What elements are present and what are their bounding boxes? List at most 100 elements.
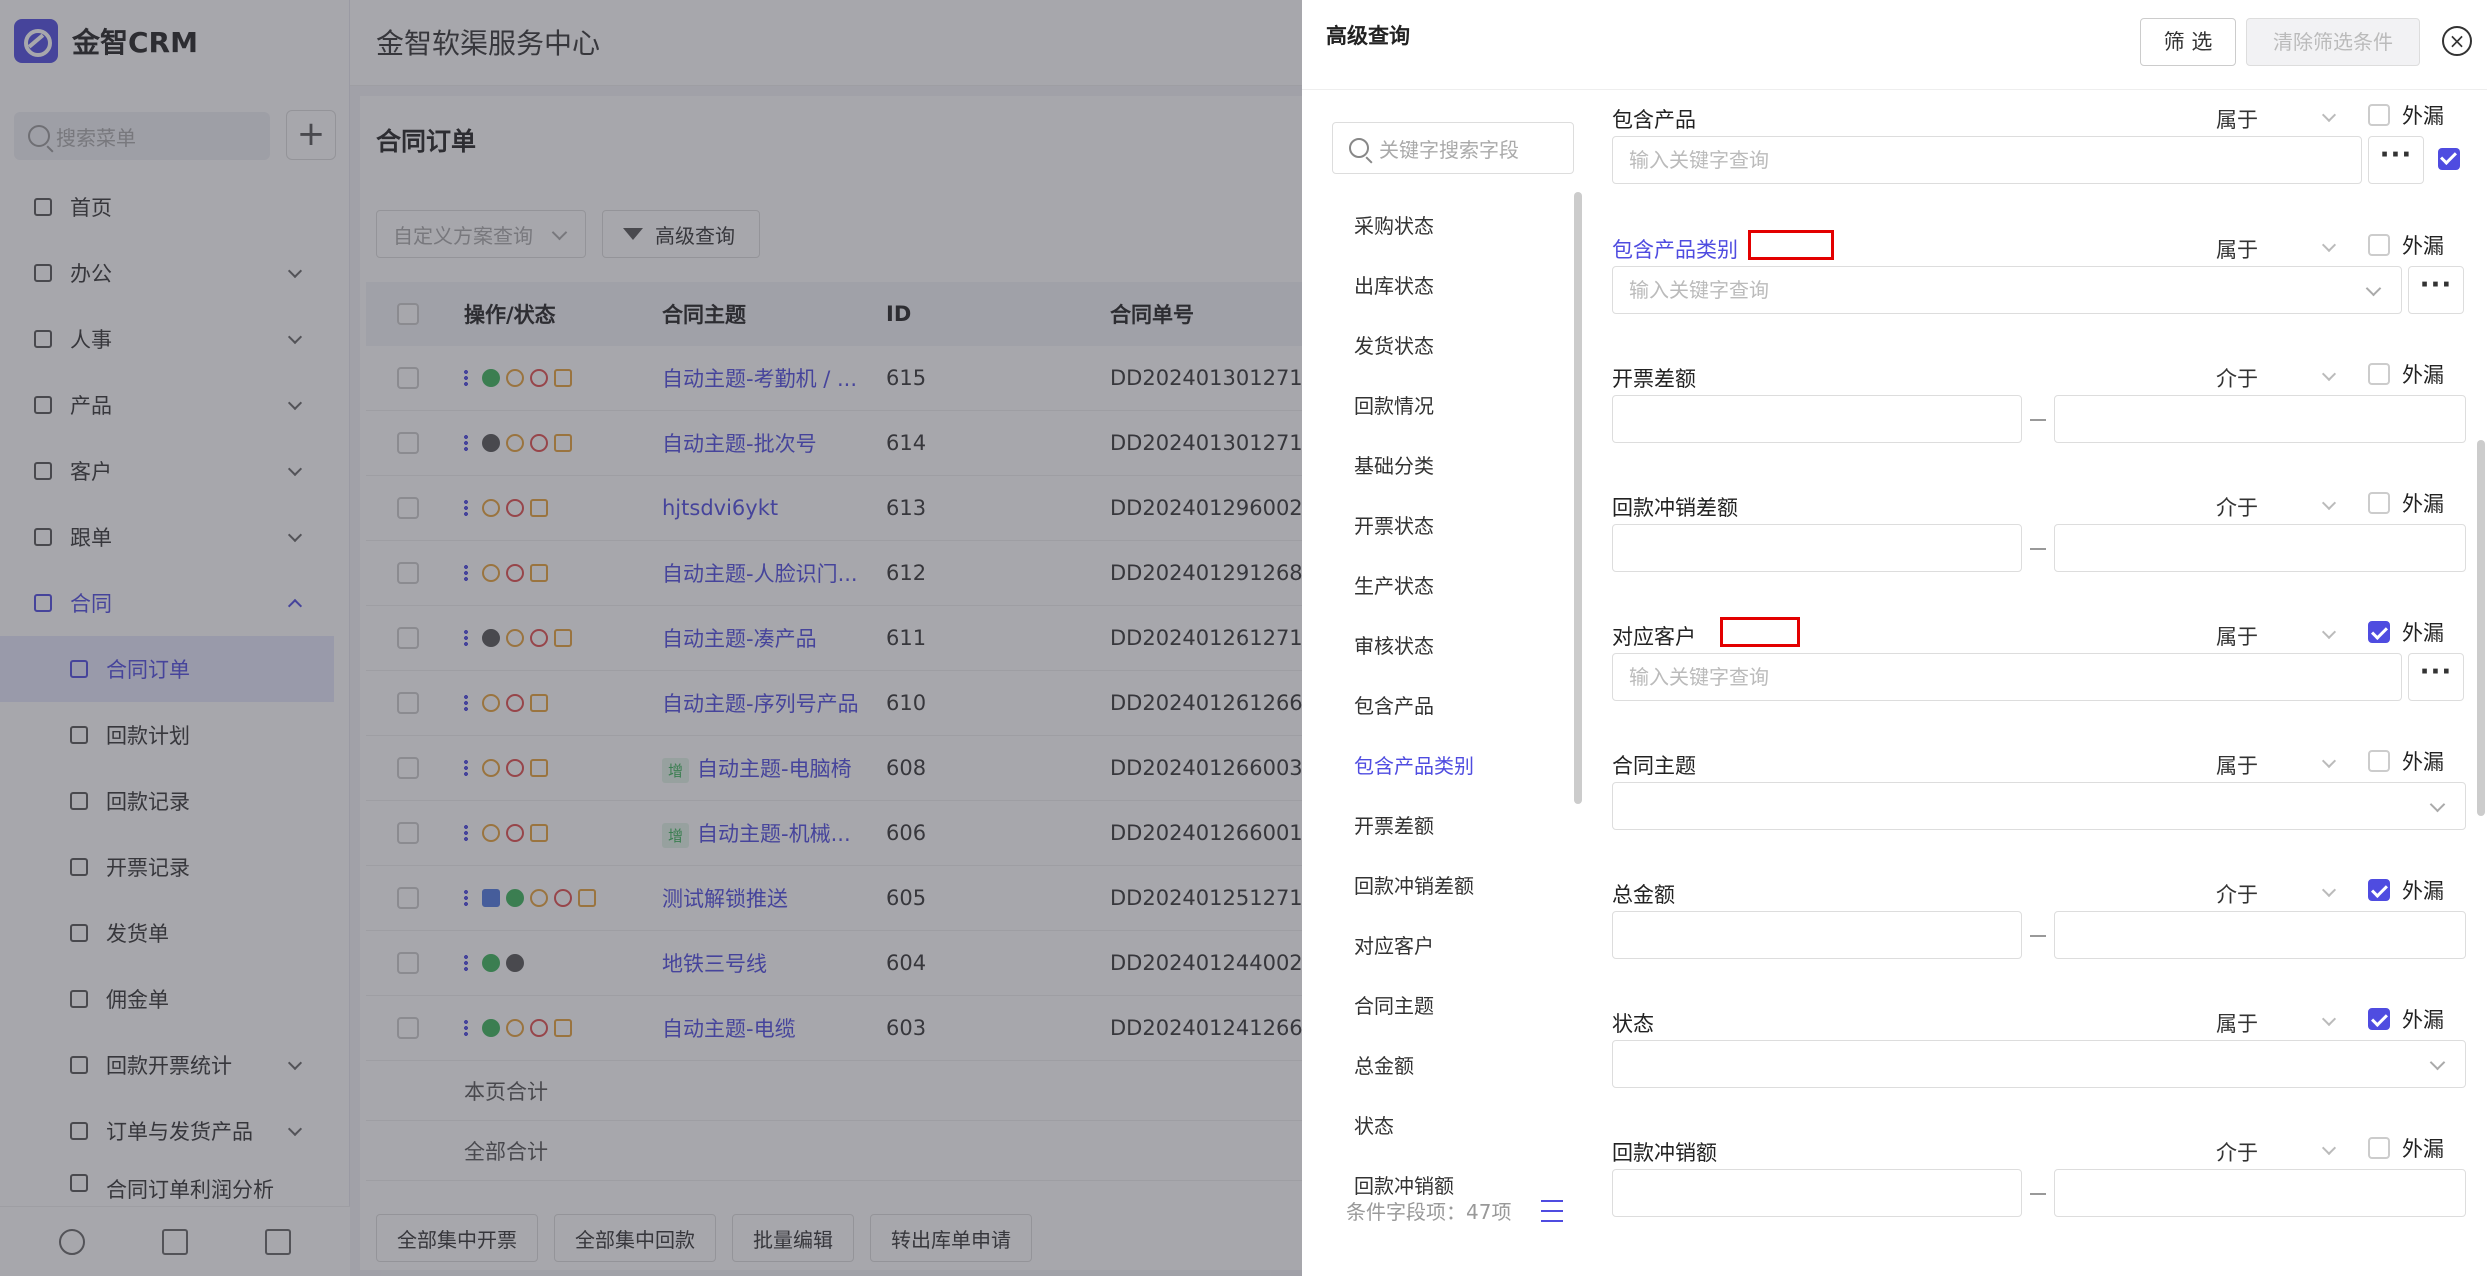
field-list-scrollbar[interactable]: [1574, 192, 1582, 804]
show-checkbox[interactable]: [2368, 104, 2390, 126]
show-label: 外漏: [2402, 879, 2444, 903]
field-item[interactable]: 开票差额: [1354, 796, 1574, 856]
show-checkbox[interactable]: [2368, 363, 2390, 385]
field-item[interactable]: 生产状态: [1354, 556, 1574, 616]
show-toggle[interactable]: 外漏: [2368, 746, 2444, 776]
show-toggle[interactable]: 外漏: [2368, 488, 2444, 518]
field-count: 条件字段项：47项: [1346, 1196, 1564, 1225]
field-item[interactable]: 基础分类: [1354, 436, 1574, 496]
field-item[interactable]: 对应客户: [1354, 916, 1574, 976]
condition-label: 包含产品类别: [1612, 238, 1738, 262]
range-separator: [2030, 548, 2046, 550]
advanced-query-drawer: 高级查询 筛 选 清除筛选条件 × 关键字搜索字段 采购状态 出库状态 发货状态…: [1302, 0, 2487, 1276]
show-toggle[interactable]: 外漏: [2368, 1004, 2444, 1034]
drawer-scrollbar[interactable]: [2477, 440, 2485, 816]
clear-filter-button[interactable]: 清除筛选条件: [2246, 18, 2420, 66]
field-item[interactable]: 开票状态: [1354, 496, 1574, 556]
range-separator: [2030, 419, 2046, 421]
field-item[interactable]: 包含产品: [1354, 676, 1574, 736]
show-toggle[interactable]: 外漏: [2368, 230, 2444, 260]
field-item[interactable]: 审核状态: [1354, 616, 1574, 676]
selected-checkbox[interactable]: [2438, 148, 2460, 170]
operator-select[interactable]: 介于: [2216, 492, 2336, 522]
filter-button[interactable]: 筛 选: [2140, 18, 2236, 66]
app-root: 金智CRM 搜索菜单 + 首页 办公 人事 产品 客户 跟单 合同 合同订单 回…: [0, 0, 2487, 1276]
field-item-active[interactable]: 包含产品类别: [1354, 736, 1574, 796]
field-count-label: 条件字段项：47项: [1346, 1200, 1512, 1224]
value-select[interactable]: [1612, 1040, 2466, 1088]
range-separator: [2030, 935, 2046, 937]
field-item[interactable]: 出库状态: [1354, 256, 1574, 316]
range-min-input[interactable]: [1612, 911, 2022, 959]
show-toggle[interactable]: 外漏: [2368, 875, 2444, 905]
show-checkbox[interactable]: [2368, 234, 2390, 256]
show-label: 外漏: [2402, 104, 2444, 128]
condition-label: 状态: [1612, 1012, 1654, 1036]
keyword-input[interactable]: 输入关键字查询: [1612, 653, 2402, 701]
show-checkbox-checked[interactable]: [2368, 879, 2390, 901]
field-search-placeholder: 关键字搜索字段: [1379, 137, 1519, 162]
field-settings-icon[interactable]: [1541, 1199, 1564, 1222]
close-icon[interactable]: ×: [2442, 26, 2472, 56]
operator-select[interactable]: 介于: [2216, 879, 2336, 909]
value-select[interactable]: [1612, 782, 2466, 830]
show-checkbox-checked[interactable]: [2368, 1008, 2390, 1030]
show-checkbox[interactable]: [2368, 1137, 2390, 1159]
show-label: 外漏: [2402, 1137, 2444, 1161]
show-label: 外漏: [2402, 750, 2444, 774]
field-item[interactable]: 回款情况: [1354, 376, 1574, 436]
field-list: 采购状态 出库状态 发货状态 回款情况 基础分类 开票状态 生产状态 审核状态 …: [1354, 196, 1574, 1216]
show-checkbox[interactable]: [2368, 750, 2390, 772]
show-label: 外漏: [2402, 492, 2444, 516]
condition-label: 对应客户: [1612, 625, 1696, 649]
show-toggle[interactable]: 外漏: [2368, 617, 2444, 647]
operator-select[interactable]: 属于: [2216, 621, 2336, 651]
more-options-button[interactable]: ···: [2368, 136, 2424, 184]
field-item[interactable]: 发货状态: [1354, 316, 1574, 376]
modal-mask[interactable]: [0, 0, 1302, 1276]
more-options-button[interactable]: ···: [2408, 653, 2464, 701]
show-label: 外漏: [2402, 621, 2444, 645]
show-label: 外漏: [2402, 363, 2444, 387]
keyword-select-input[interactable]: 输入关键字查询: [1612, 266, 2402, 314]
field-item[interactable]: 状态: [1354, 1096, 1574, 1156]
condition-label: 开票差额: [1612, 367, 1696, 391]
range-max-input[interactable]: [2054, 524, 2466, 572]
operator-select[interactable]: 属于: [2216, 234, 2336, 264]
operator-select[interactable]: 属于: [2216, 1008, 2336, 1038]
condition-list: 包含产品 属于 外漏 输入关键字查询 ··· 包含产品类别 属于 外漏 输入关键…: [1612, 90, 2472, 1276]
operator-select[interactable]: 介于: [2216, 1137, 2336, 1167]
range-min-input[interactable]: [1612, 395, 2022, 443]
show-toggle[interactable]: 外漏: [2368, 100, 2444, 130]
range-min-input[interactable]: [1612, 1169, 2022, 1217]
keyword-input[interactable]: 输入关键字查询: [1612, 136, 2362, 184]
show-toggle[interactable]: 外漏: [2368, 1133, 2444, 1163]
drawer-header: 高级查询 筛 选 清除筛选条件 ×: [1302, 0, 2487, 90]
highlight-marker: [1748, 230, 1834, 260]
range-min-input[interactable]: [1612, 524, 2022, 572]
condition-label: 包含产品: [1612, 108, 1696, 132]
field-search-input[interactable]: 关键字搜索字段: [1332, 122, 1574, 174]
show-checkbox[interactable]: [2368, 492, 2390, 514]
show-toggle[interactable]: 外漏: [2368, 359, 2444, 389]
field-list-panel: 关键字搜索字段 采购状态 出库状态 发货状态 回款情况 基础分类 开票状态 生产…: [1302, 106, 1592, 1266]
condition-label: 回款冲销额: [1612, 1141, 1717, 1165]
operator-select[interactable]: 介于: [2216, 363, 2336, 393]
show-label: 外漏: [2402, 234, 2444, 258]
operator-select[interactable]: 属于: [2216, 104, 2336, 134]
field-item[interactable]: 总金额: [1354, 1036, 1574, 1096]
show-checkbox-checked[interactable]: [2368, 621, 2390, 643]
highlight-marker: [1720, 617, 1800, 647]
field-item[interactable]: 采购状态: [1354, 196, 1574, 256]
condition-label: 回款冲销差额: [1612, 496, 1738, 520]
field-item[interactable]: 回款冲销差额: [1354, 856, 1574, 916]
drawer-title: 高级查询: [1326, 24, 1410, 48]
condition-label: 总金额: [1612, 883, 1675, 907]
range-max-input[interactable]: [2054, 1169, 2466, 1217]
more-options-button[interactable]: ···: [2408, 266, 2464, 314]
field-item[interactable]: 合同主题: [1354, 976, 1574, 1036]
operator-select[interactable]: 属于: [2216, 750, 2336, 780]
range-max-input[interactable]: [2054, 911, 2466, 959]
range-max-input[interactable]: [2054, 395, 2466, 443]
show-label: 外漏: [2402, 1008, 2444, 1032]
